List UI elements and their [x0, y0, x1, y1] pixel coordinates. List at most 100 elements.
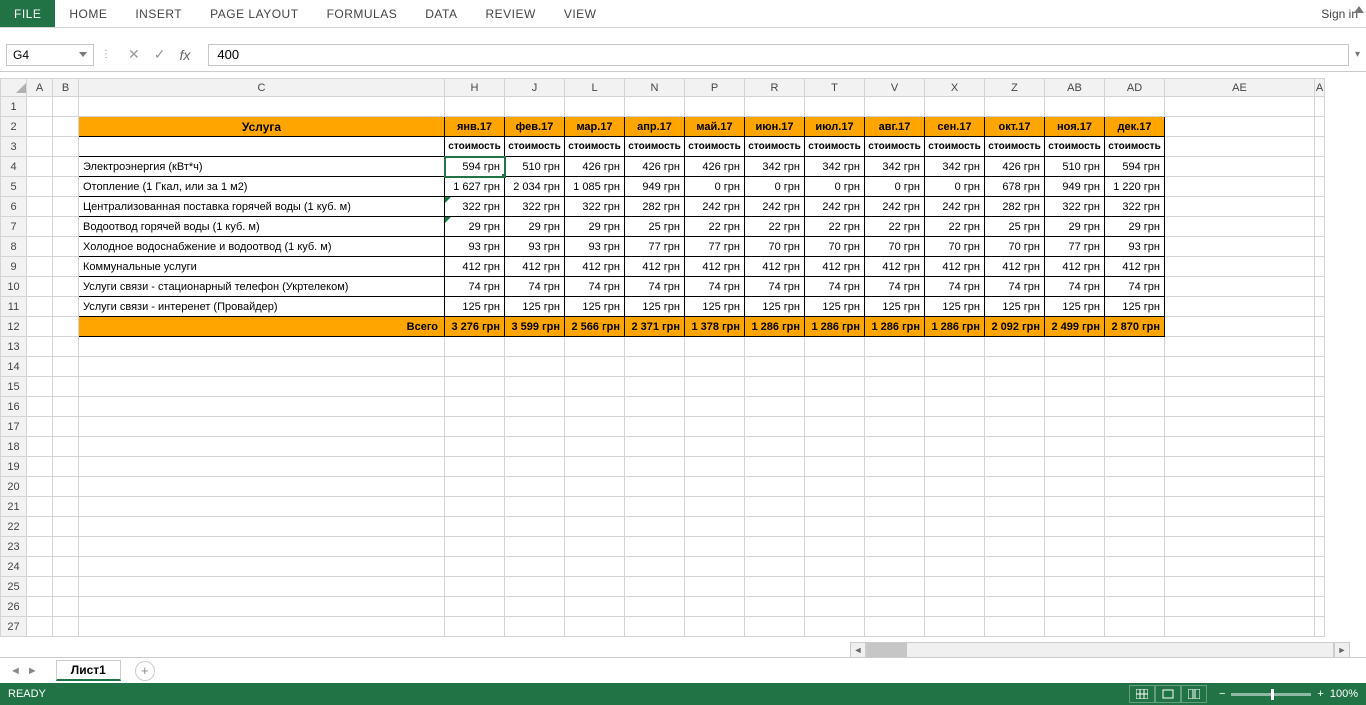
- data-cell[interactable]: 70 грн: [805, 237, 865, 257]
- data-cell[interactable]: 74 грн: [985, 277, 1045, 297]
- header-month[interactable]: май.17: [685, 117, 745, 137]
- col-header-Z[interactable]: Z: [985, 79, 1045, 97]
- service-name[interactable]: Централизованная поставка горячей воды (…: [79, 197, 445, 217]
- data-cell[interactable]: 70 грн: [925, 237, 985, 257]
- data-cell[interactable]: 70 грн: [985, 237, 1045, 257]
- data-cell[interactable]: 25 грн: [985, 217, 1045, 237]
- row-header-1[interactable]: 1: [1, 97, 27, 117]
- header-month[interactable]: окт.17: [985, 117, 1045, 137]
- row-header-7[interactable]: 7: [1, 217, 27, 237]
- sheet-nav-next-icon[interactable]: ►: [27, 665, 38, 677]
- formula-expand-icon[interactable]: ▾: [1348, 44, 1366, 66]
- data-cell[interactable]: 412 грн: [745, 257, 805, 277]
- data-cell[interactable]: 74 грн: [865, 277, 925, 297]
- data-cell[interactable]: 22 грн: [745, 217, 805, 237]
- horizontal-scrollbar[interactable]: ◄ ►: [850, 641, 1350, 659]
- data-cell[interactable]: 74 грн: [925, 277, 985, 297]
- sheet-tab-1[interactable]: Лист1: [56, 660, 121, 681]
- col-header-A[interactable]: A: [27, 79, 53, 97]
- data-cell[interactable]: 125 грн: [1045, 297, 1105, 317]
- data-cell[interactable]: 0 грн: [685, 177, 745, 197]
- data-cell[interactable]: 242 грн: [925, 197, 985, 217]
- col-header-A[interactable]: A: [1315, 79, 1325, 97]
- service-name[interactable]: Водоотвод горячей воды (1 куб. м): [79, 217, 445, 237]
- data-cell[interactable]: 74 грн: [745, 277, 805, 297]
- total-cell[interactable]: 2 371 грн: [625, 317, 685, 337]
- header-month[interactable]: сен.17: [925, 117, 985, 137]
- data-cell[interactable]: 322 грн: [505, 197, 565, 217]
- data-cell[interactable]: 77 грн: [685, 237, 745, 257]
- data-cell[interactable]: 74 грн: [565, 277, 625, 297]
- data-cell[interactable]: 0 грн: [925, 177, 985, 197]
- data-cell[interactable]: 322 грн: [445, 197, 505, 217]
- tab-formulas[interactable]: FORMULAS: [313, 0, 412, 27]
- data-cell[interactable]: 412 грн: [685, 257, 745, 277]
- total-cell[interactable]: 3 276 грн: [445, 317, 505, 337]
- col-header-P[interactable]: P: [685, 79, 745, 97]
- row-header-20[interactable]: 20: [1, 477, 27, 497]
- total-cell[interactable]: 1 286 грн: [805, 317, 865, 337]
- total-cell[interactable]: 1 378 грн: [685, 317, 745, 337]
- row-header-12[interactable]: 12: [1, 317, 27, 337]
- data-cell[interactable]: 412 грн: [445, 257, 505, 277]
- col-header-B[interactable]: B: [53, 79, 79, 97]
- header-month[interactable]: авг.17: [865, 117, 925, 137]
- header-cost[interactable]: стоимость: [1105, 137, 1165, 157]
- data-cell[interactable]: 322 грн: [1105, 197, 1165, 217]
- data-cell[interactable]: 342 грн: [745, 157, 805, 177]
- col-header-V[interactable]: V: [865, 79, 925, 97]
- row-header-19[interactable]: 19: [1, 457, 27, 477]
- data-cell[interactable]: 949 грн: [1045, 177, 1105, 197]
- data-cell[interactable]: 77 грн: [1045, 237, 1105, 257]
- view-page-break-icon[interactable]: [1181, 685, 1207, 703]
- data-cell[interactable]: 22 грн: [685, 217, 745, 237]
- zoom-in-icon[interactable]: +: [1317, 688, 1323, 700]
- data-cell[interactable]: 426 грн: [625, 157, 685, 177]
- header-month[interactable]: апр.17: [625, 117, 685, 137]
- row-header-4[interactable]: 4: [1, 157, 27, 177]
- scroll-right-icon[interactable]: ►: [1334, 642, 1350, 658]
- tab-view[interactable]: VIEW: [550, 0, 611, 27]
- data-cell[interactable]: 342 грн: [805, 157, 865, 177]
- header-cost[interactable]: стоимость: [925, 137, 985, 157]
- data-cell[interactable]: 242 грн: [685, 197, 745, 217]
- col-header-H[interactable]: H: [445, 79, 505, 97]
- data-cell[interactable]: 70 грн: [745, 237, 805, 257]
- row-header-14[interactable]: 14: [1, 357, 27, 377]
- data-cell[interactable]: 342 грн: [925, 157, 985, 177]
- data-cell[interactable]: 93 грн: [505, 237, 565, 257]
- data-cell[interactable]: 342 грн: [865, 157, 925, 177]
- row-header-15[interactable]: 15: [1, 377, 27, 397]
- data-cell[interactable]: 0 грн: [805, 177, 865, 197]
- data-cell[interactable]: 412 грн: [1045, 257, 1105, 277]
- data-cell[interactable]: 510 грн: [1045, 157, 1105, 177]
- data-cell[interactable]: 22 грн: [925, 217, 985, 237]
- data-cell[interactable]: 412 грн: [625, 257, 685, 277]
- data-cell[interactable]: 93 грн: [445, 237, 505, 257]
- data-cell[interactable]: 412 грн: [1105, 257, 1165, 277]
- data-cell[interactable]: 412 грн: [805, 257, 865, 277]
- header-cost[interactable]: стоимость: [1045, 137, 1105, 157]
- header-month[interactable]: дек.17: [1105, 117, 1165, 137]
- col-header-T[interactable]: T: [805, 79, 865, 97]
- data-cell[interactable]: 125 грн: [1105, 297, 1165, 317]
- data-cell[interactable]: 77 грн: [625, 237, 685, 257]
- spreadsheet-grid[interactable]: ABCHJLNPRTVXZABADAEA12Услугаянв.17фев.17…: [0, 78, 1366, 657]
- data-cell[interactable]: 412 грн: [565, 257, 625, 277]
- name-box[interactable]: G4: [6, 44, 94, 66]
- data-cell[interactable]: 426 грн: [685, 157, 745, 177]
- data-cell[interactable]: 74 грн: [1045, 277, 1105, 297]
- data-cell[interactable]: 29 грн: [565, 217, 625, 237]
- col-header-X[interactable]: X: [925, 79, 985, 97]
- cancel-icon[interactable]: ✕: [128, 46, 140, 63]
- fx-icon[interactable]: fx: [179, 47, 198, 63]
- header-cost[interactable]: стоимость: [865, 137, 925, 157]
- data-cell[interactable]: 125 грн: [445, 297, 505, 317]
- header-cost[interactable]: стоимость: [505, 137, 565, 157]
- header-service[interactable]: Услуга: [79, 117, 445, 137]
- namebox-resize[interactable]: ⋮: [94, 49, 118, 60]
- col-header-AB[interactable]: AB: [1045, 79, 1105, 97]
- service-name[interactable]: Услуги связи - стационарный телефон (Укр…: [79, 277, 445, 297]
- data-cell[interactable]: 74 грн: [805, 277, 865, 297]
- row-header-6[interactable]: 6: [1, 197, 27, 217]
